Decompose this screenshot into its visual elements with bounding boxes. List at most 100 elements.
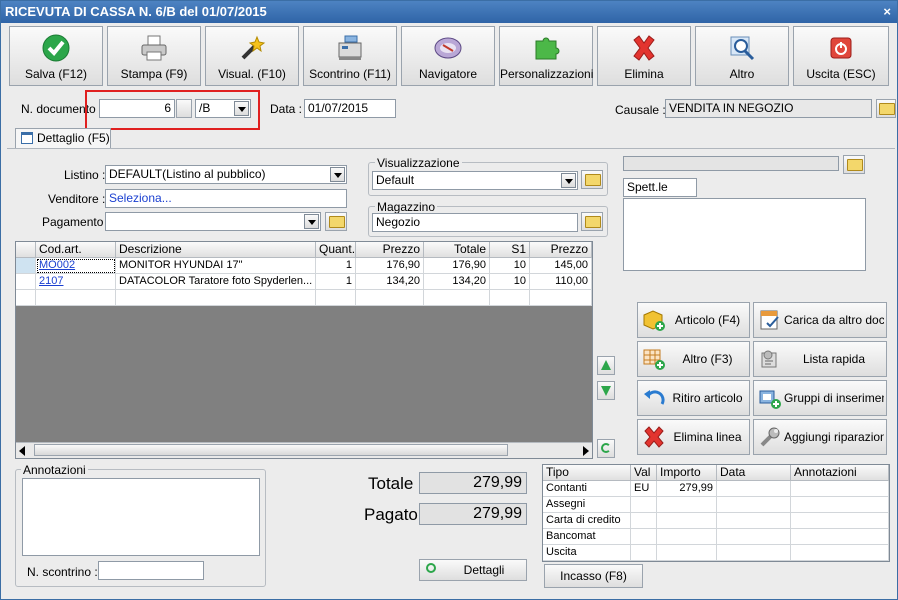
delete-button[interactable]: Elimina: [597, 26, 691, 86]
table-cell-prezzo[interactable]: [356, 290, 424, 306]
col-s1[interactable]: S1: [490, 242, 530, 258]
table-cell-codart[interactable]: [36, 290, 116, 306]
table-cell-descrizione[interactable]: DATACOLOR Taratore foto Spyderlen...: [116, 274, 316, 290]
payment-currency[interactable]: [631, 545, 657, 561]
add-repair-button[interactable]: Aggiungi riparazione: [753, 419, 887, 455]
scroll-thumb[interactable]: [34, 444, 508, 456]
payment-type[interactable]: Uscita: [543, 545, 631, 561]
col-importo[interactable]: Importo: [657, 465, 717, 481]
payment-type[interactable]: Contanti: [543, 481, 631, 497]
row-indicator[interactable]: [16, 274, 36, 290]
magazzino-field[interactable]: Negozio: [372, 213, 578, 232]
receipt-button[interactable]: Scontrino (F11): [303, 26, 397, 86]
close-icon[interactable]: ×: [883, 1, 891, 23]
move-down-button[interactable]: [597, 381, 615, 400]
payment-notes[interactable]: [791, 481, 889, 497]
scontrino-field[interactable]: [98, 561, 204, 580]
venditore-field[interactable]: Seleziona...: [105, 189, 347, 208]
col-codart[interactable]: Cod.art.: [36, 242, 116, 258]
table-cell-totale[interactable]: 134,20: [424, 274, 490, 290]
payment-notes[interactable]: [791, 513, 889, 529]
visualizzazione-select[interactable]: Default: [372, 171, 578, 190]
col-tipo[interactable]: Tipo: [543, 465, 631, 481]
horizontal-scrollbar[interactable]: [16, 442, 592, 458]
visualizzazione-folder-button[interactable]: [581, 170, 603, 189]
date-input[interactable]: 01/07/2015: [304, 99, 396, 118]
table-cell-s1[interactable]: [490, 290, 530, 306]
payment-currency[interactable]: [631, 529, 657, 545]
tab-dettaglio[interactable]: Dettaglio (F5): [15, 128, 111, 148]
return-article-button[interactable]: Ritiro articolo: [637, 380, 750, 416]
row-indicator[interactable]: [16, 258, 36, 274]
magazzino-folder-button[interactable]: [581, 212, 603, 231]
incasso-button[interactable]: Incasso (F8): [544, 564, 643, 588]
listino-select[interactable]: DEFAULT(Listino al pubblico): [105, 165, 347, 184]
payment-amount[interactable]: [657, 513, 717, 529]
table-cell-prezzo2[interactable]: 145,00: [530, 258, 592, 274]
exit-button[interactable]: Uscita (ESC): [793, 26, 889, 86]
causale-folder-button[interactable]: [876, 99, 896, 118]
table-cell-prezzo2[interactable]: [530, 290, 592, 306]
delete-line-button[interactable]: Elimina linea: [637, 419, 750, 455]
col-annotazioni[interactable]: Annotazioni: [791, 465, 889, 481]
load-from-doc-button[interactable]: Carica da altro doc.: [753, 302, 887, 338]
col-data[interactable]: Data: [717, 465, 791, 481]
table-cell-quant[interactable]: [316, 290, 356, 306]
other-button[interactable]: Altro: [695, 26, 789, 86]
payment-type[interactable]: Bancomat: [543, 529, 631, 545]
payment-notes[interactable]: [791, 545, 889, 561]
causale-field[interactable]: VENDITA IN NEGOZIO: [665, 99, 872, 118]
table-cell-prezzo[interactable]: 176,90: [356, 258, 424, 274]
annotazioni-field[interactable]: [22, 478, 260, 556]
table-cell-s1[interactable]: 10: [490, 274, 530, 290]
payment-type[interactable]: Carta di credito: [543, 513, 631, 529]
chevron-down-icon[interactable]: [561, 173, 576, 188]
article-button[interactable]: Articolo (F4): [637, 302, 750, 338]
insert-groups-button[interactable]: Gruppi di inserimento: [753, 380, 887, 416]
chevron-down-icon[interactable]: [304, 214, 319, 229]
cliente-field[interactable]: [623, 156, 839, 171]
scroll-right-icon[interactable]: [583, 446, 589, 456]
payment-amount[interactable]: [657, 529, 717, 545]
payment-amount[interactable]: [657, 545, 717, 561]
table-cell-totale[interactable]: 176,90: [424, 258, 490, 274]
address-field[interactable]: [623, 198, 866, 271]
table-cell-codart[interactable]: 2107: [36, 274, 116, 290]
col-quant[interactable]: Quant.: [316, 242, 356, 258]
spett-field[interactable]: Spett.le: [623, 178, 697, 197]
payment-date[interactable]: [717, 481, 791, 497]
dettagli-button[interactable]: Dettagli: [419, 559, 527, 581]
payment-currency[interactable]: EU: [631, 481, 657, 497]
table-cell-quant[interactable]: 1: [316, 258, 356, 274]
customize-button[interactable]: Personalizzazioni: [499, 26, 593, 86]
col-totale[interactable]: Totale: [424, 242, 490, 258]
table-cell-descrizione[interactable]: MONITOR HYUNDAI 17": [116, 258, 316, 274]
table-cell-quant[interactable]: 1: [316, 274, 356, 290]
navigator-button[interactable]: Navigatore: [401, 26, 495, 86]
payment-date[interactable]: [717, 497, 791, 513]
quick-list-button[interactable]: Lista rapida: [753, 341, 887, 377]
pagamento-select[interactable]: [105, 212, 321, 231]
table-cell-totale[interactable]: [424, 290, 490, 306]
col-descrizione[interactable]: Descrizione: [116, 242, 316, 258]
payment-date[interactable]: [717, 529, 791, 545]
col-val[interactable]: Val: [631, 465, 657, 481]
move-up-button[interactable]: [597, 356, 615, 375]
chevron-down-icon[interactable]: [330, 167, 345, 182]
payment-date[interactable]: [717, 513, 791, 529]
table-cell-descrizione[interactable]: [116, 290, 316, 306]
row-indicator[interactable]: [16, 290, 36, 306]
col-prezzo2[interactable]: Prezzo: [530, 242, 592, 258]
payment-notes[interactable]: [791, 497, 889, 513]
payment-currency[interactable]: [631, 513, 657, 529]
payment-amount[interactable]: 279,99: [657, 481, 717, 497]
print-button[interactable]: Stampa (F9): [107, 26, 201, 86]
table-cell-prezzo2[interactable]: 110,00: [530, 274, 592, 290]
payment-notes[interactable]: [791, 529, 889, 545]
cliente-folder-button[interactable]: [843, 155, 865, 174]
table-cell-s1[interactable]: 10: [490, 258, 530, 274]
payment-type[interactable]: Assegni: [543, 497, 631, 513]
scroll-left-icon[interactable]: [19, 446, 25, 456]
payment-currency[interactable]: [631, 497, 657, 513]
other-article-button[interactable]: Altro (F3): [637, 341, 750, 377]
